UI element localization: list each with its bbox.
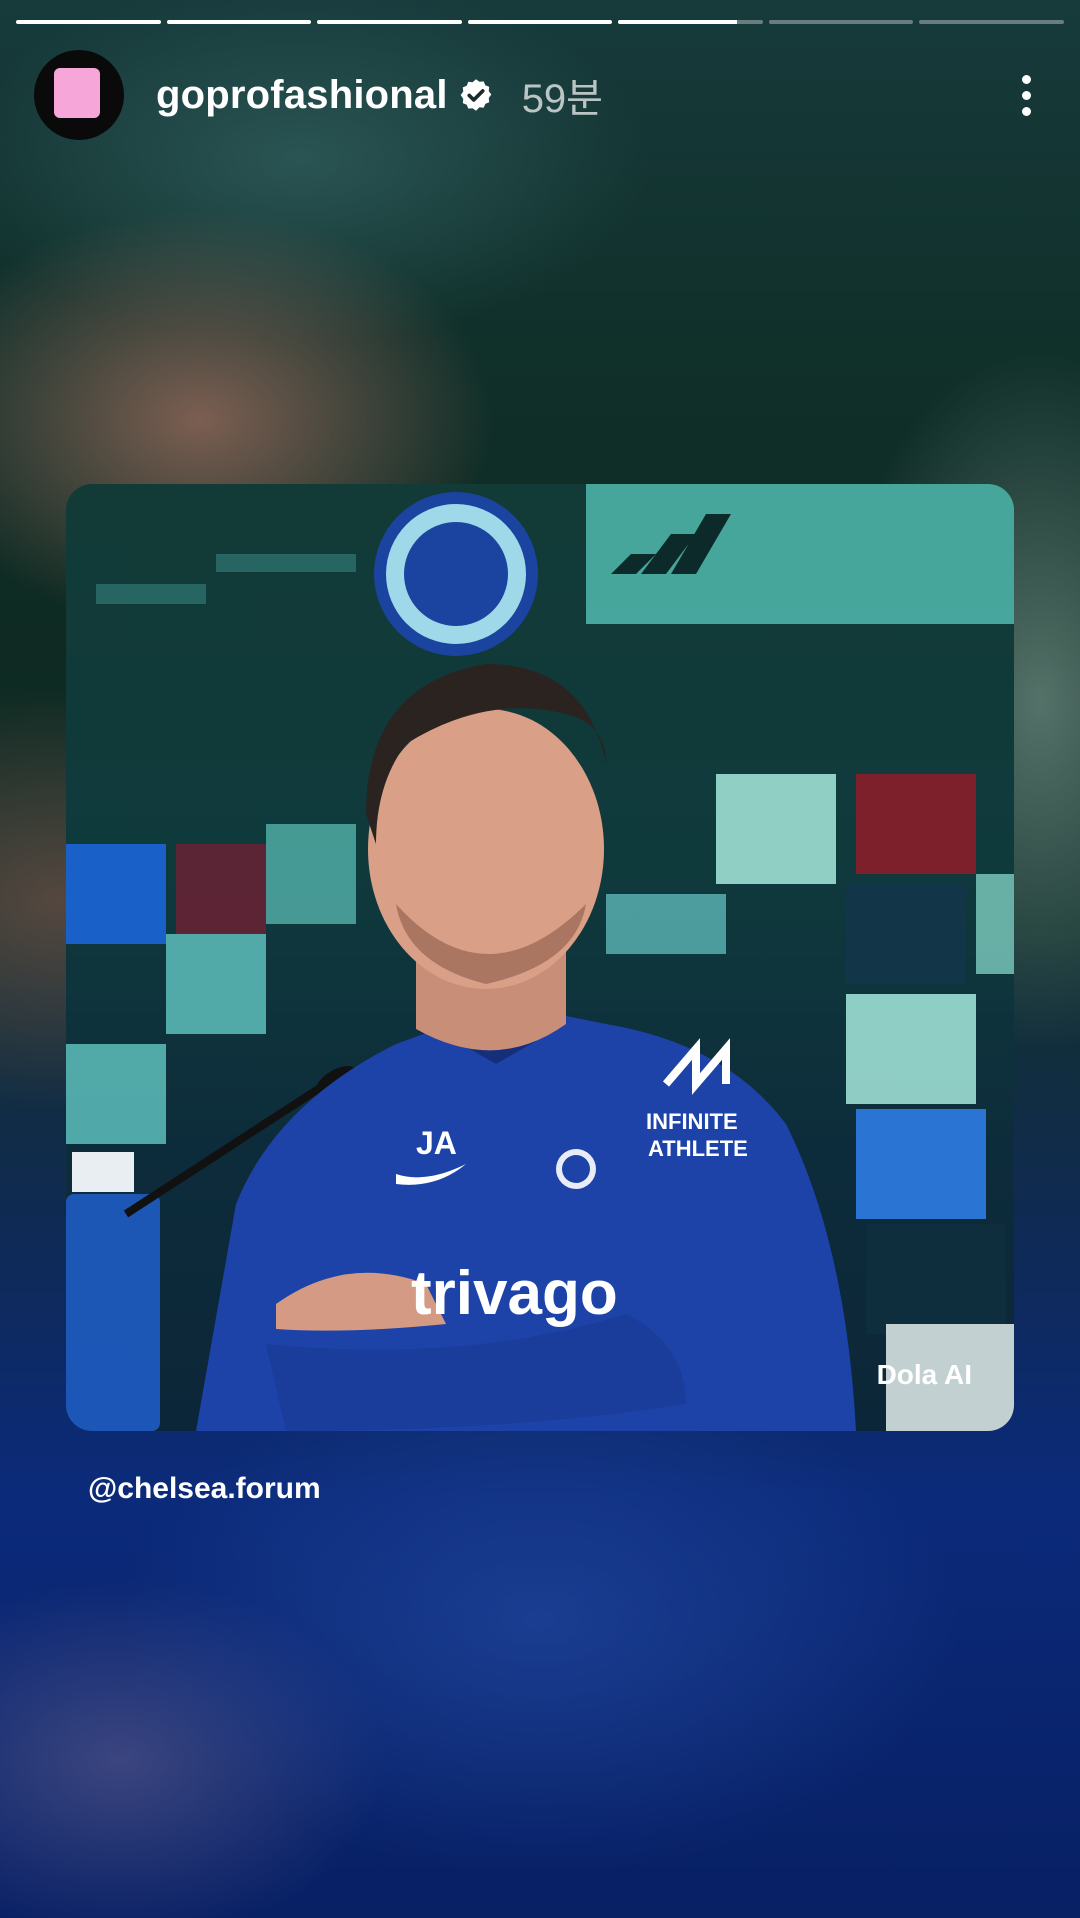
more-vertical-icon xyxy=(1021,74,1031,84)
jacket-initials: JA xyxy=(416,1125,457,1161)
shared-post-image[interactable]: JA trivago INFINITE ATHLETE Dola AI xyxy=(66,484,1014,1431)
story-progress-segment xyxy=(618,20,763,24)
avatar-image xyxy=(54,68,100,118)
avatar[interactable] xyxy=(34,50,124,140)
story-header: goprofashional 59분 xyxy=(34,50,1046,140)
verified-badge-icon xyxy=(460,79,491,111)
more-options-button[interactable] xyxy=(1006,65,1046,125)
story-progress-segment xyxy=(919,20,1065,24)
jacket-sponsor-text: trivago xyxy=(411,1259,618,1328)
sleeve-text-1: INFINITE xyxy=(646,1109,738,1134)
watermark-label: Dola AI xyxy=(876,1359,972,1390)
story-progress-segment xyxy=(166,20,312,24)
username[interactable]: goprofashional xyxy=(156,73,448,118)
story-progress-segment xyxy=(317,20,462,24)
story-progress-bar xyxy=(16,20,1065,24)
press-conference-photo: JA trivago INFINITEATHLETE xyxy=(66,484,1014,1431)
sleeve-text-2: ATHLETE xyxy=(648,1136,748,1161)
story-progress-segment xyxy=(16,20,161,24)
post-time: 59분 xyxy=(521,77,603,121)
story-progress-segment xyxy=(768,20,914,24)
mention-link[interactable]: @chelsea.forum xyxy=(88,1472,321,1506)
story-progress-segment xyxy=(467,20,613,24)
